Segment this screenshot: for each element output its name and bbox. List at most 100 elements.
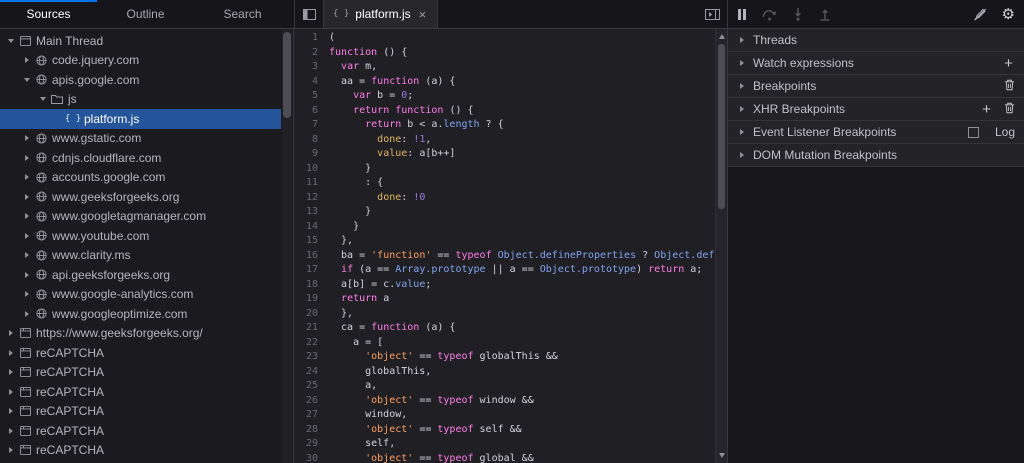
source-tree-item[interactable]: reCAPTCHA <box>0 421 281 441</box>
remove-all-xhr-breakpoints-button[interactable] <box>1004 102 1015 117</box>
caret-right-icon[interactable] <box>4 447 17 453</box>
line-number[interactable]: 16 <box>294 249 318 264</box>
code-text[interactable]: var m, <box>329 60 377 75</box>
source-tree-item[interactable]: www.googleoptimize.com <box>0 304 281 324</box>
source-tree-item[interactable]: cdnjs.cloudflare.com <box>0 148 281 168</box>
line-number[interactable]: 15 <box>294 234 318 249</box>
section-threads[interactable]: Threads <box>728 29 1024 52</box>
sources-panel-toggle-icon[interactable] <box>295 0 323 28</box>
code-text[interactable]: } <box>329 162 371 177</box>
code-text[interactable]: aa = function (a) { <box>329 75 455 90</box>
code-text[interactable]: value: a[b++] <box>329 147 455 162</box>
line-number[interactable]: 23 <box>294 350 318 365</box>
add-watch-expression-button[interactable]: + <box>1002 56 1015 71</box>
source-tree-item[interactable]: Main Thread <box>0 31 281 51</box>
code-text[interactable]: return b < a.length ? { <box>329 118 504 133</box>
code-text[interactable]: }, <box>329 307 353 322</box>
source-tree-item[interactable]: reCAPTCHA <box>0 441 281 461</box>
line-number[interactable]: 11 <box>294 176 318 191</box>
sources-tree-scrollbar[interactable] <box>282 29 292 463</box>
source-tree-item[interactable]: www.youtube.com <box>0 226 281 246</box>
section-breakpoints[interactable]: Breakpoints <box>728 75 1024 98</box>
line-number[interactable]: 22 <box>294 336 318 351</box>
source-tree-item[interactable]: reCAPTCHA <box>0 343 281 363</box>
code-text[interactable]: globalThis, <box>329 365 431 380</box>
caret-right-icon[interactable] <box>20 311 33 317</box>
step-out-icon[interactable] <box>819 7 831 21</box>
section-xhr-breakpoints[interactable]: XHR Breakpoints+ <box>728 98 1024 121</box>
code-text[interactable]: 'object' == typeof globalThis && <box>329 350 558 365</box>
code-text[interactable]: a[b] = c.value; <box>329 278 431 293</box>
code-text[interactable]: var b = 0; <box>329 89 413 104</box>
source-tree-item[interactable]: https://www.geeksforgeeks.org/ <box>0 324 281 344</box>
code-text[interactable]: done: !1, <box>329 133 431 148</box>
code-text[interactable]: 'object' == typeof window && <box>329 394 534 409</box>
caret-right-icon[interactable] <box>20 135 33 141</box>
editor-scrollbar[interactable] <box>715 29 727 463</box>
caret-right-icon[interactable] <box>20 155 33 161</box>
line-number[interactable]: 13 <box>294 205 318 220</box>
line-number[interactable]: 10 <box>294 162 318 177</box>
line-number[interactable]: 24 <box>294 365 318 380</box>
file-tab-platform-js[interactable]: { } platform.js × <box>323 0 438 28</box>
section-event-listener-breakpoints[interactable]: Event Listener BreakpointsLog <box>728 121 1024 144</box>
code-text[interactable]: if (a == Array.prototype || a == Object.… <box>329 263 702 278</box>
code-text[interactable]: }, <box>329 234 353 249</box>
caret-right-icon[interactable] <box>4 369 17 375</box>
line-number[interactable]: 5 <box>294 89 318 104</box>
line-number[interactable]: 9 <box>294 147 318 162</box>
line-number[interactable]: 18 <box>294 278 318 293</box>
line-number[interactable]: 12 <box>294 191 318 206</box>
code-text[interactable]: a, <box>329 379 377 394</box>
code-text[interactable]: 'object' == typeof global && <box>329 452 534 463</box>
line-number[interactable]: 4 <box>294 75 318 90</box>
line-number[interactable]: 30 <box>294 452 318 463</box>
code-text[interactable]: function () { <box>329 46 407 61</box>
code-text[interactable]: ba = 'function' == typeof Object.defineP… <box>329 249 714 264</box>
source-tree-item[interactable]: www.geeksforgeeks.org <box>0 187 281 207</box>
caret-right-icon[interactable] <box>4 428 17 434</box>
code-text[interactable]: ca = function (a) { <box>329 321 455 336</box>
code-area[interactable]: 1(2function () {3 var m,4 aa = function … <box>294 31 715 463</box>
line-number[interactable]: 7 <box>294 118 318 133</box>
line-number[interactable]: 25 <box>294 379 318 394</box>
scroll-down-arrow-icon[interactable] <box>719 453 725 458</box>
code-text[interactable]: self, <box>329 437 395 452</box>
line-number[interactable]: 26 <box>294 394 318 409</box>
source-tree-item[interactable]: api.geeksforgeeks.org <box>0 265 281 285</box>
settings-gear-icon[interactable]: ⚙ <box>1002 7 1015 22</box>
caret-right-icon[interactable] <box>4 389 17 395</box>
line-number[interactable]: 8 <box>294 133 318 148</box>
line-number[interactable]: 27 <box>294 408 318 423</box>
source-tree-item[interactable]: { }platform.js <box>0 109 281 129</box>
caret-right-icon[interactable] <box>20 174 33 180</box>
pause-button[interactable] <box>737 9 747 20</box>
remove-all-breakpoints-button[interactable] <box>1004 79 1015 94</box>
scrollbar-thumb[interactable] <box>718 44 725 209</box>
source-tree-item[interactable]: www.gstatic.com <box>0 129 281 149</box>
code-text[interactable]: return a <box>329 292 389 307</box>
line-number[interactable]: 21 <box>294 321 318 336</box>
line-number[interactable]: 17 <box>294 263 318 278</box>
line-number[interactable]: 1 <box>294 31 318 46</box>
caret-right-icon[interactable] <box>20 233 33 239</box>
source-tree-item[interactable]: www.google-analytics.com <box>0 285 281 305</box>
code-editor[interactable]: 1(2function () {3 var m,4 aa = function … <box>294 29 727 463</box>
code-text[interactable]: } <box>329 205 371 220</box>
section-dom-mutation-breakpoints[interactable]: DOM Mutation Breakpoints <box>728 144 1024 167</box>
code-text[interactable]: done: !0 <box>329 191 425 206</box>
tab-sources[interactable]: Sources <box>0 0 97 28</box>
source-tree-item[interactable]: reCAPTCHA <box>0 363 281 383</box>
expand-panes-icon[interactable] <box>705 0 720 28</box>
caret-down-icon[interactable] <box>36 97 49 101</box>
source-tree-item[interactable]: www.clarity.ms <box>0 246 281 266</box>
source-tree-item[interactable]: reCAPTCHA <box>0 402 281 422</box>
scroll-up-arrow-icon[interactable] <box>719 34 725 39</box>
code-text[interactable]: 'object' == typeof self && <box>329 423 522 438</box>
caret-right-icon[interactable] <box>20 252 33 258</box>
line-number[interactable]: 29 <box>294 437 318 452</box>
code-text[interactable]: return function () { <box>329 104 474 119</box>
step-in-icon[interactable] <box>792 7 804 21</box>
source-tree-item[interactable]: accounts.google.com <box>0 168 281 188</box>
tab-search[interactable]: Search <box>194 0 291 28</box>
